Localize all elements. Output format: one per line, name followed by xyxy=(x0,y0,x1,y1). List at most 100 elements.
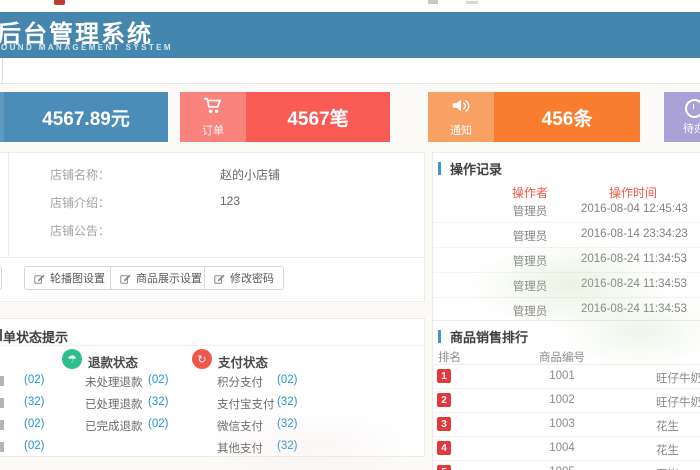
card-icon-strip: 订单 xyxy=(180,92,246,142)
rank-sku: 1004 xyxy=(549,442,575,454)
rank-sku: 1001 xyxy=(549,370,575,382)
op-user: 管理员 xyxy=(512,231,548,243)
rank-product-name: 旺仔牛奶 xyxy=(656,373,700,385)
status-label: 其他支付 xyxy=(217,443,263,455)
rank-sku: 1005 xyxy=(522,466,602,470)
rank-col-header-sku: 商品编号 xyxy=(539,352,585,364)
clock-icon xyxy=(684,98,700,118)
op-time: 2016-08-04 12:45:43 xyxy=(581,203,688,215)
op-record-row: 管理员 2016-08-24 11:34:53 xyxy=(433,247,700,273)
status-count-link[interactable]: (02) xyxy=(148,374,168,386)
sales-rank-row: 2 1002 旺仔牛奶 xyxy=(433,388,700,413)
browser-ui-sliver xyxy=(466,1,478,4)
button-label: 商品展示设置 xyxy=(136,273,202,285)
stat-card-orders[interactable]: 订单 4567笔 xyxy=(180,92,390,142)
sales-rank-title: 商品销售排行 xyxy=(450,330,529,345)
status-count-link[interactable]: (02) xyxy=(148,418,168,430)
status-count-link[interactable]: (02) xyxy=(24,440,44,452)
accent-bar xyxy=(438,162,441,175)
status-group-name: 支付状态 xyxy=(218,356,269,370)
shop-info-value: 123 xyxy=(220,194,241,208)
refresh-icon: ↻ xyxy=(192,349,212,369)
browser-favicon-sliver xyxy=(54,0,65,5)
status-count-link[interactable]: (32) xyxy=(277,440,297,452)
status-label: 未处理退款 xyxy=(85,377,143,389)
rank-sku: 1002 xyxy=(549,394,575,406)
card-value: 456条 xyxy=(494,92,640,142)
shop-panel-divider xyxy=(8,153,9,257)
card-label: 订单 xyxy=(202,125,224,137)
stat-card-pending[interactable]: 待办 xyxy=(664,92,700,142)
status-label: 微信支付 xyxy=(217,421,263,433)
sales-rank-row: 3 1003 花生 xyxy=(433,412,700,437)
status-count-link[interactable]: (02) xyxy=(24,418,44,430)
op-record-row: 管理员 2016-08-14 23:34:23 xyxy=(433,222,700,248)
op-user: 管理员 xyxy=(512,256,548,268)
status-count-link[interactable]: (32) xyxy=(277,396,297,408)
rank-product-name: 花生 xyxy=(656,445,679,457)
op-time: 2016-08-24 11:34:53 xyxy=(581,303,687,315)
clipped-label-sliver xyxy=(0,420,4,430)
shop-info-label: 店铺名称： xyxy=(50,168,111,182)
card-icon-strip: 通知 xyxy=(428,92,494,142)
status-count-link[interactable]: (02) xyxy=(277,374,297,386)
op-time: 2016-08-14 23:34:23 xyxy=(581,228,688,240)
status-count-link[interactable]: (32) xyxy=(148,396,168,408)
clipped-settings-button[interactable] xyxy=(0,266,2,290)
stat-card-notice[interactable]: 通知 456条 xyxy=(428,92,640,142)
rank-badge: 5 xyxy=(437,465,451,470)
status-count-link[interactable]: (02) xyxy=(24,374,44,386)
clipped-char-sliver xyxy=(0,329,2,341)
rank-col-header-rank: 排名 xyxy=(438,352,461,364)
op-user: 管理员 xyxy=(512,306,548,318)
stat-card-sales[interactable]: 4567.89元 xyxy=(0,92,168,142)
speaker-icon xyxy=(450,96,472,120)
clipped-label-sliver xyxy=(0,398,4,408)
divider xyxy=(0,345,425,346)
shop-info-value: 赵的小店铺 xyxy=(220,168,281,182)
rank-product-name: 旺仔牛奶 xyxy=(656,397,700,409)
cart-icon xyxy=(202,96,224,120)
browser-ui-sliver xyxy=(428,0,438,4)
rank-badge: 4 xyxy=(437,441,451,455)
status-label: 已完成退款 xyxy=(85,421,143,433)
card-icon-strip: 待办 xyxy=(664,92,700,142)
status-group-name: 退款状态 xyxy=(88,356,139,370)
rank-product-name: 玉米 xyxy=(656,466,679,470)
accent-bar xyxy=(438,330,441,343)
op-record-row: 管理员 2016-08-24 11:34:53 xyxy=(433,272,700,298)
button-label: 修改密码 xyxy=(230,273,274,285)
op-user: 管理员 xyxy=(512,206,548,218)
carousel-settings-button[interactable]: 轮播图设置 xyxy=(24,266,115,290)
rank-badge: 3 xyxy=(437,417,451,431)
op-record-row: 管理员 2016-08-04 12:45:43 xyxy=(433,197,700,223)
edit-icon xyxy=(120,273,131,284)
rank-product-name: 花生 xyxy=(656,421,679,433)
sales-rank-row: 1 1001 旺仔牛奶 xyxy=(433,364,700,389)
clipped-label-sliver xyxy=(0,376,4,386)
op-time: 2016-08-24 11:34:53 xyxy=(581,253,687,265)
page: 后台管理系统 OUND MANAGEMENT SYSTEM 4567.89元 订… xyxy=(0,0,700,470)
op-user: 管理员 xyxy=(512,281,548,293)
change-password-button[interactable]: 修改密码 xyxy=(204,266,284,290)
shop-info-label: 店铺公告： xyxy=(50,224,111,238)
rank-sku: 1003 xyxy=(549,418,575,430)
button-label: 轮播图设置 xyxy=(50,273,105,285)
op-time: 2016-08-24 11:34:53 xyxy=(581,278,687,290)
edit-icon xyxy=(34,273,45,284)
card-value: 4567.89元 xyxy=(4,92,168,142)
topbar xyxy=(0,0,700,12)
card-label: 通知 xyxy=(450,125,472,137)
status-label: 支付宝支付 xyxy=(217,399,275,411)
status-count-link[interactable]: (32) xyxy=(277,418,297,430)
nav-strip xyxy=(0,58,700,84)
edit-icon xyxy=(214,273,225,284)
product-display-settings-button[interactable]: 商品展示设置 xyxy=(110,266,212,290)
shop-info-label: 店铺介绍： xyxy=(50,196,111,210)
op-records-title: 操作记录 xyxy=(450,162,503,177)
status-label: 已处理退款 xyxy=(85,399,143,411)
sales-rank-row: 4 1004 花生 xyxy=(433,436,700,461)
status-count-link[interactable]: (32) xyxy=(24,396,44,408)
nav-item-sliver xyxy=(2,58,3,83)
card-label: 待办 xyxy=(683,122,700,135)
